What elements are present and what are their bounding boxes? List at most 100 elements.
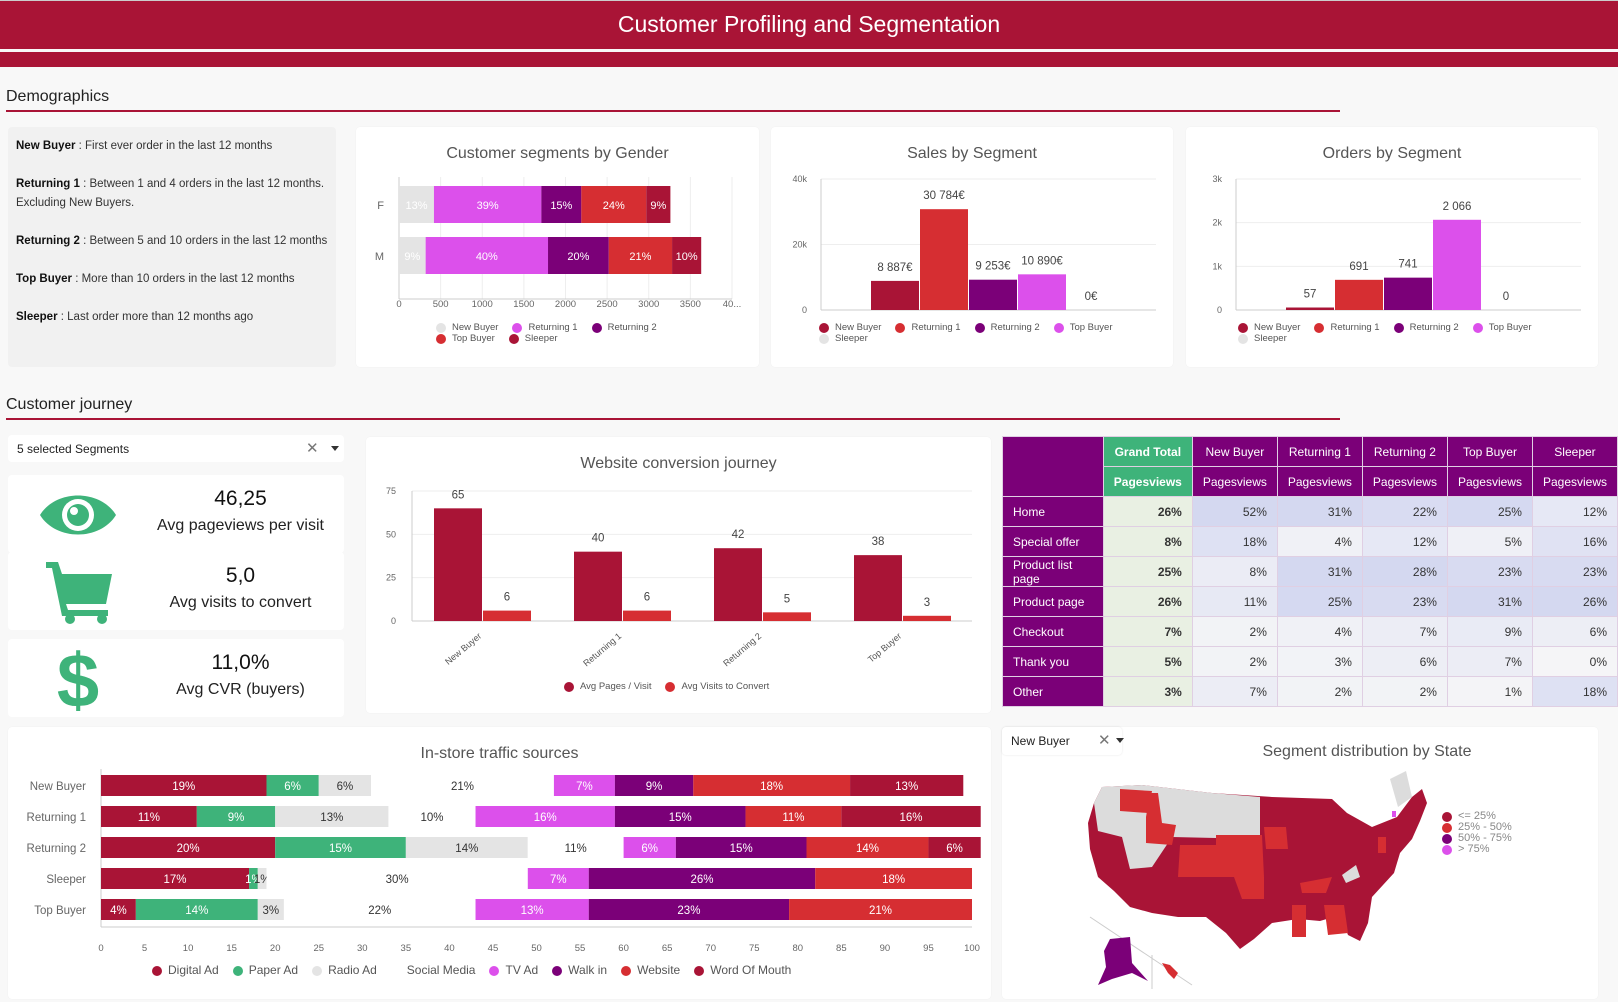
legend-item[interactable]: Sleeper: [819, 333, 868, 344]
pivot-column-header[interactable]: Sleeper: [1531, 436, 1618, 467]
pivot-cell: 28%: [1361, 556, 1448, 587]
chevron-down-icon[interactable]: [1116, 738, 1124, 743]
definition-term: New Buyer: [16, 140, 76, 152]
legend-item[interactable]: Sleeper: [508, 333, 558, 344]
instore-chart: 0 5 10 15 20 25 30 35 40 45 50 55 60 65 70 75 80 85 90 95 10…: [27, 769, 981, 954]
legend-item[interactable]: Website: [621, 964, 680, 976]
legend-label: Avg Pages / Visit: [580, 681, 652, 692]
data-label: 0€: [1085, 291, 1098, 303]
data-label: 26%: [690, 874, 713, 886]
pivot-cell: 18%: [1191, 526, 1278, 557]
y-category-label: Top Buyer: [34, 905, 86, 917]
map-state-alaska: [1098, 937, 1148, 985]
legend-swatch: [436, 333, 446, 344]
legend-item[interactable]: Returning 2: [1393, 322, 1459, 333]
pivot-cell: 5%: [1446, 526, 1533, 557]
dollar-icon: $: [57, 647, 99, 711]
legend-item[interactable]: Returning 2: [974, 322, 1040, 333]
x-tick-label: 1000: [472, 299, 493, 310]
legend-item[interactable]: Top Buyer: [1472, 322, 1532, 333]
data-label: 9%: [404, 251, 420, 263]
legend-item[interactable]: Returning 1: [512, 322, 578, 333]
pivot-metric-header[interactable]: Pagesviews: [1361, 466, 1448, 497]
definition-term: Returning 1: [16, 178, 80, 190]
pivot-metric-header[interactable]: Pagesviews: [1276, 466, 1363, 497]
y-tick-label: 75: [386, 486, 396, 496]
legend-item[interactable]: Returning 1: [1314, 322, 1380, 333]
data-label: 7%: [550, 874, 567, 886]
x-tick-label: 25: [313, 943, 324, 954]
pivot-cell: 16%: [1531, 526, 1618, 557]
legend-item[interactable]: Sleeper: [1238, 333, 1287, 344]
pivot-cell: 26%: [1102, 586, 1193, 617]
pivot-metric-header[interactable]: Pagesviews: [1191, 466, 1278, 497]
x-category-label: Returning 2: [721, 631, 763, 669]
data-label: 0: [1503, 291, 1509, 303]
clear-icon[interactable]: ✕: [306, 439, 319, 457]
legend-item[interactable]: Word Of Mouth: [694, 964, 791, 976]
legend-item[interactable]: Social Media: [391, 964, 476, 976]
legend-label: Walk in: [568, 963, 608, 977]
pivot-column-header[interactable]: Returning 1: [1276, 436, 1363, 467]
legend-swatch: [1238, 333, 1248, 344]
legend-label: Top Buyer: [452, 333, 495, 344]
eye-icon: [40, 495, 116, 535]
page-title: Customer Profiling and Segmentation: [617, 11, 1001, 37]
legend-item[interactable]: Avg Pages / Visit: [564, 681, 651, 692]
definition-text: : First ever order in the last 12 months: [75, 140, 273, 152]
data-label: 8 887€: [877, 262, 913, 274]
legend-swatch: [974, 322, 985, 333]
y-category-label: Sleeper: [46, 874, 86, 886]
pivot-cell: 1%: [1446, 676, 1533, 707]
data-label: 3: [924, 597, 930, 609]
pivot-column-header[interactable]: Returning 2: [1361, 436, 1448, 467]
pivot-metric-header[interactable]: Pagesviews: [1531, 466, 1618, 497]
x-tick-label: 70: [705, 943, 716, 954]
legend-item[interactable]: New Buyer: [1238, 322, 1300, 333]
legend-item[interactable]: Paper Ad: [232, 964, 298, 976]
pivot-column-header[interactable]: Top Buyer: [1446, 436, 1533, 467]
legend-item[interactable]: New Buyer: [436, 322, 498, 333]
data-label: 16%: [900, 812, 923, 824]
legend-item[interactable]: Radio Ad: [312, 964, 377, 976]
legend-item[interactable]: Top Buyer: [1053, 322, 1113, 333]
segment-definitions: New Buyer : First ever order in the last…: [8, 127, 336, 367]
legend-item[interactable]: New Buyer: [819, 322, 881, 333]
legend-item[interactable]: TV Ad: [489, 964, 538, 976]
map-state-rhode-island: [1392, 811, 1396, 817]
pivot-column-header[interactable]: Grand Total: [1102, 436, 1193, 467]
data-label: 6%: [641, 843, 658, 855]
legend-item[interactable]: Digital Ad: [152, 964, 219, 976]
pivot-cell: 2%: [1276, 676, 1363, 707]
legend-item[interactable]: > 75%: [1442, 844, 1558, 855]
legend-label: Returning 2: [990, 322, 1040, 333]
clear-icon[interactable]: ✕: [1098, 731, 1111, 749]
y-tick-label: 2k: [1212, 218, 1222, 228]
legend-item[interactable]: Returning 1: [895, 322, 961, 333]
x-tick-label: 60: [618, 943, 629, 954]
legend-swatch: [508, 333, 519, 344]
legend-label: Returning 1: [911, 322, 961, 333]
pivot-metric-header[interactable]: Pagesviews: [1102, 466, 1193, 497]
legend-item[interactable]: Walk in: [552, 963, 608, 977]
pivot-metric-header[interactable]: Pagesviews: [1446, 466, 1533, 497]
legend-item[interactable]: Returning 2: [591, 322, 657, 333]
segment-selector[interactable]: 5 selected Segments ✕: [8, 435, 344, 462]
chevron-down-icon[interactable]: [331, 446, 339, 451]
y-tick-label: 40k: [792, 174, 807, 184]
kpi-label: Avg CVR (buyers): [176, 681, 305, 698]
bar: [1384, 277, 1432, 310]
data-label: 21%: [451, 781, 474, 793]
pivot-column-header[interactable]: New Buyer: [1191, 436, 1278, 467]
x-tick-label: 2000: [555, 299, 576, 310]
pivot-cell: 26%: [1531, 586, 1618, 617]
state-segment-selector[interactable]: New Buyer ✕: [1002, 727, 1124, 755]
legend-item[interactable]: Top Buyer: [436, 333, 495, 344]
legend-item[interactable]: Avg Visits to Convert: [665, 681, 769, 692]
pivot-cell: 7%: [1191, 676, 1278, 707]
legend-swatch: [665, 681, 676, 692]
kpi-value: 11,0%: [211, 651, 270, 674]
pivot-cell: 4%: [1276, 616, 1363, 647]
bar: [903, 615, 951, 621]
legend-label: > 75%: [1458, 843, 1490, 855]
